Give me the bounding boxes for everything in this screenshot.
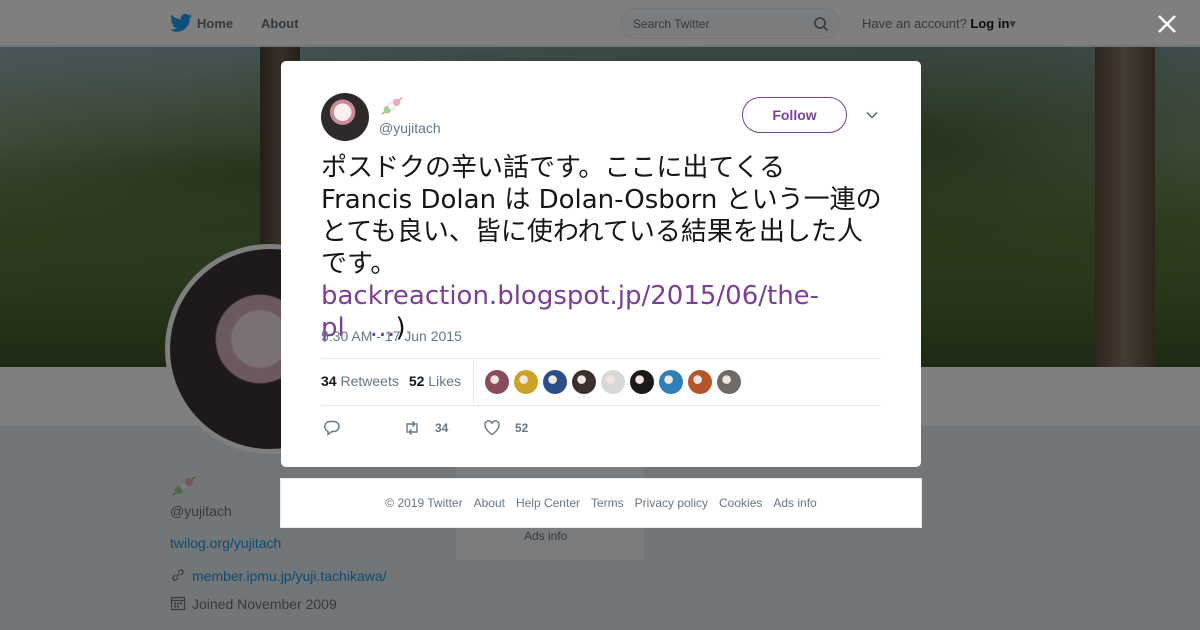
retweet-icon[interactable] (403, 419, 421, 437)
reply-action[interactable] (323, 419, 341, 437)
liker-avatars (485, 370, 741, 394)
retweet-action-count: 34 (435, 421, 449, 435)
likes-label: Likes (428, 373, 461, 389)
heart-icon[interactable] (483, 419, 501, 437)
liker-avatar-4[interactable] (572, 370, 596, 394)
tweet-body: ポスドクの辛い話です。ここに出てくる Francis Dolan は Dolan… (321, 153, 882, 279)
footer-ads-link[interactable]: Ads info (773, 496, 816, 510)
author-avatar[interactable] (321, 93, 369, 141)
chevron-down-icon[interactable] (865, 108, 879, 122)
likes-count: 52 (408, 373, 425, 389)
retweets-count: 34 (321, 373, 337, 389)
liker-avatar-7[interactable] (659, 370, 683, 394)
retweets-stat[interactable]: 34 Retweets (321, 373, 399, 389)
follow-button[interactable]: Follow (742, 97, 847, 133)
footer-copyright: © 2019 Twitter (385, 496, 463, 510)
footer-help-link[interactable]: Help Center (516, 496, 580, 510)
tweet-text: ポスドクの辛い話です。ここに出てくる Francis Dolan は Dolan… (321, 152, 883, 344)
likes-stat[interactable]: 52 Likes (409, 373, 461, 389)
author-handle[interactable]: @yujitach (379, 120, 441, 136)
footer-about-link[interactable]: About (474, 496, 505, 510)
divider (321, 358, 881, 359)
footer-cookies-link[interactable]: Cookies (719, 496, 762, 510)
liker-avatar-2[interactable] (514, 370, 538, 394)
retweet-action[interactable]: 34 (403, 419, 448, 437)
tweet-modal: @yujitach Follow ポスドクの辛い話です。ここに出てくる Fran… (281, 61, 921, 467)
divider (473, 359, 474, 405)
liker-avatar-5[interactable] (601, 370, 625, 394)
footer-terms-link[interactable]: Terms (591, 496, 624, 510)
liker-avatar-1[interactable] (485, 370, 509, 394)
like-action[interactable]: 52 (483, 419, 528, 437)
close-icon[interactable] (1155, 12, 1179, 36)
dango-icon (381, 97, 403, 115)
tweet-stats: 34 Retweets 52 Likes (321, 373, 461, 389)
footer-privacy-link[interactable]: Privacy policy (635, 496, 708, 510)
divider (321, 405, 881, 406)
liker-avatar-8[interactable] (688, 370, 712, 394)
retweets-label: Retweets (340, 373, 399, 389)
reply-icon[interactable] (323, 419, 341, 437)
liker-avatar-3[interactable] (543, 370, 567, 394)
tweet-timestamp[interactable]: 5:30 AM - 17 Jun 2015 (321, 328, 462, 344)
liker-avatar-9[interactable] (717, 370, 741, 394)
liker-avatar-6[interactable] (630, 370, 654, 394)
like-action-count: 52 (515, 421, 529, 435)
footer-links: © 2019 Twitter About Help Center Terms P… (280, 478, 922, 528)
